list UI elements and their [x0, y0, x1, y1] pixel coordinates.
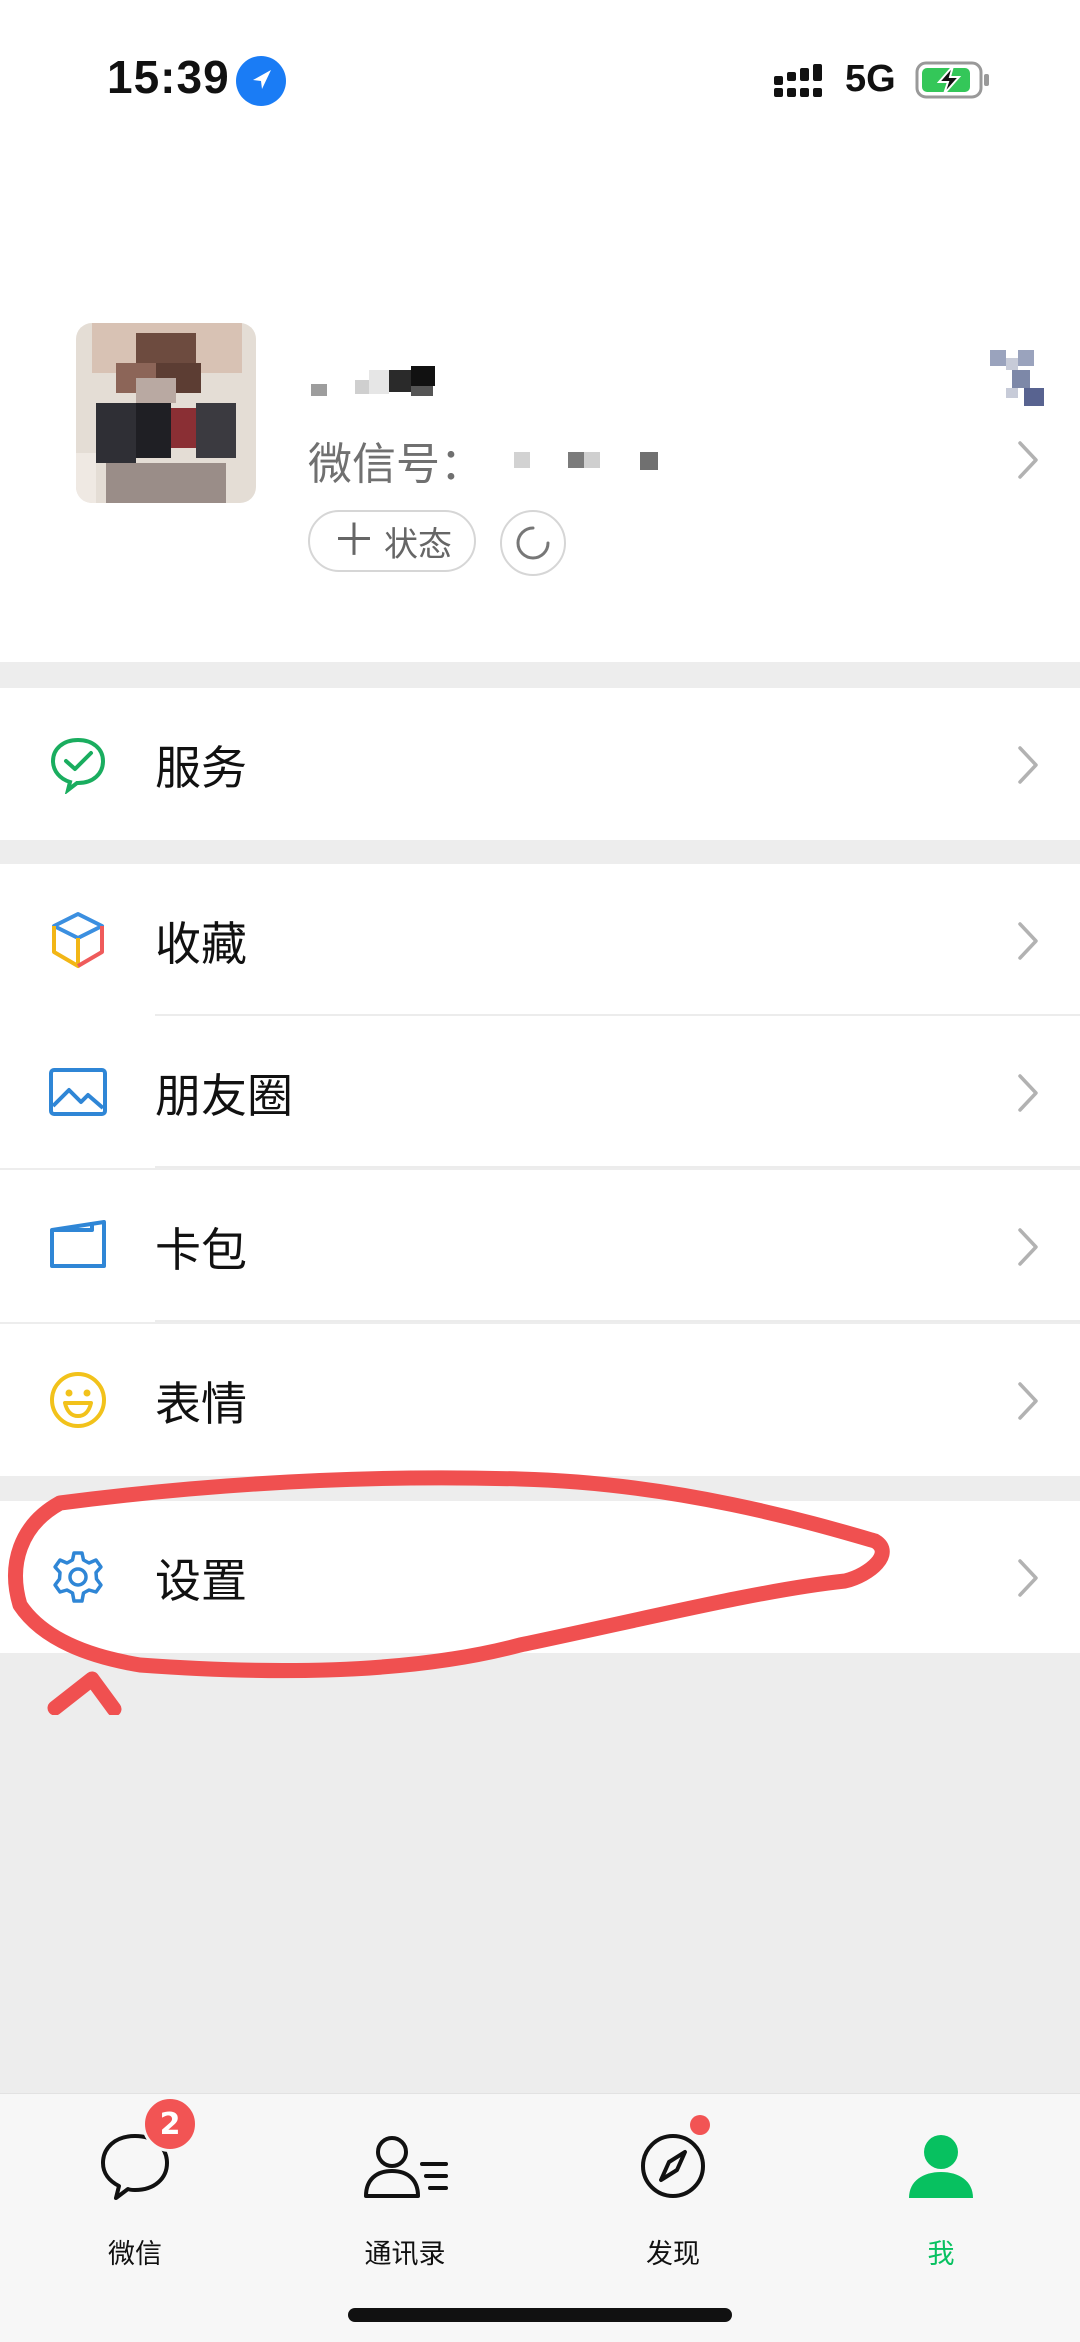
menu-item-stickers[interactable]: 表情 — [0, 1324, 1080, 1476]
favorites-cube-icon — [48, 910, 108, 970]
tab-me[interactable]: 我 — [866, 2114, 1016, 2274]
location-arrow-icon — [236, 56, 286, 106]
network-type: 5G — [845, 58, 896, 100]
menu-item-favorites[interactable]: 收藏 — [0, 864, 1080, 1016]
plus-icon: ＋ — [332, 515, 376, 566]
card-wallet-icon — [48, 1216, 108, 1276]
contacts-person-icon — [364, 2136, 448, 2198]
chevron-right-icon — [1016, 1226, 1040, 1268]
compass-icon — [641, 2134, 705, 2198]
battery-charging-icon — [915, 60, 991, 104]
avatar[interactable] — [76, 323, 256, 503]
chevron-right-icon — [1016, 744, 1040, 786]
services-icon — [48, 734, 108, 796]
tab-label-chats: 微信 — [108, 2239, 162, 2270]
menu-label-settings: 设置 — [155, 1554, 247, 1608]
tab-contacts[interactable]: 通讯录 — [330, 2114, 480, 2274]
profile-chevron-right-icon — [1016, 439, 1040, 481]
menu-item-services[interactable]: 服务 — [0, 688, 1080, 840]
wechat-id-label: 微信号： — [308, 439, 484, 490]
menu-label-card-wallet: 卡包 — [155, 1223, 247, 1277]
menu-label-stickers: 表情 — [155, 1377, 247, 1431]
menu-label-moments: 朋友圈 — [155, 1069, 293, 1123]
discover-red-dot — [690, 2115, 710, 2135]
status-button-label: 状态 — [384, 524, 452, 565]
chevron-right-icon — [1016, 1380, 1040, 1422]
divider — [155, 1166, 1080, 1168]
refresh-ring-icon — [516, 526, 550, 560]
profile-card[interactable]: 微信号： ＋ 状态 — [0, 160, 1080, 662]
nickname-pixelated — [307, 350, 477, 406]
tab-discover[interactable]: 发现 — [598, 2114, 748, 2274]
unread-badge: 2 — [142, 2096, 198, 2152]
chevron-right-icon — [1016, 1557, 1040, 1599]
tab-label-me: 我 — [927, 2239, 955, 2270]
menu-item-settings[interactable]: 设置 — [0, 1501, 1080, 1653]
moments-picture-icon — [48, 1062, 108, 1122]
wechat-id-pixelated — [510, 450, 670, 476]
add-status-button[interactable]: ＋ 状态 — [308, 510, 476, 572]
home-indicator[interactable] — [348, 2308, 732, 2322]
qr-code-icon[interactable] — [988, 348, 1046, 410]
chevron-right-icon — [1016, 920, 1040, 962]
tab-label-contacts: 通讯录 — [364, 2239, 446, 2270]
me-person-icon — [909, 2135, 973, 2198]
menu-label-services: 服务 — [155, 741, 247, 795]
divider — [155, 1320, 1080, 1322]
menu-item-moments[interactable]: 朋友圈 — [0, 1016, 1080, 1168]
stickers-smiley-icon — [48, 1370, 108, 1430]
tab-label-discover: 发现 — [646, 2239, 700, 2270]
settings-gear-icon — [48, 1547, 108, 1607]
menu-item-card-wallet[interactable]: 卡包 — [0, 1170, 1080, 1322]
signal-icon — [774, 64, 830, 102]
status-ring-button[interactable] — [500, 510, 566, 576]
chevron-right-icon — [1016, 1072, 1040, 1114]
status-time: 15:39 — [107, 51, 230, 103]
menu-label-favorites: 收藏 — [155, 917, 247, 971]
status-bar: 15:39 5G — [0, 0, 1080, 160]
